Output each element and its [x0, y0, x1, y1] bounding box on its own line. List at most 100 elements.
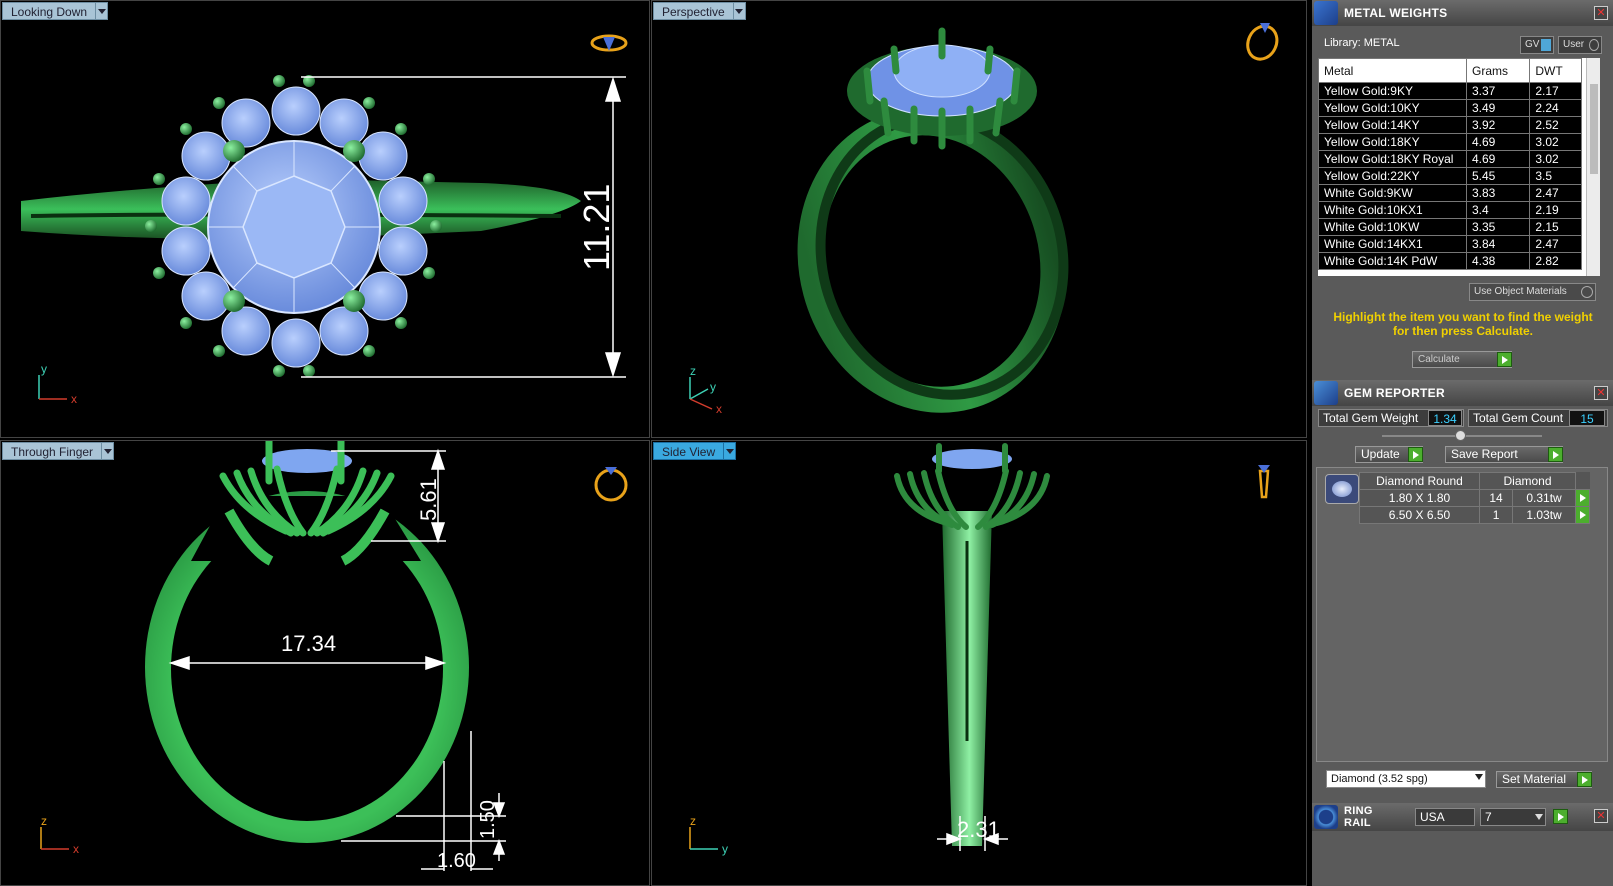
metal-cell-metal: Yellow Gold:18KY Royal — [1318, 150, 1467, 168]
close-icon[interactable]: ✕ — [1594, 809, 1608, 823]
svg-text:y: y — [722, 842, 728, 856]
metal-cell-dwt: 2.15 — [1529, 218, 1582, 236]
gem-cell-size: 1.80 X 1.80 — [1359, 489, 1480, 507]
metal-cell-grams: 4.69 — [1465, 133, 1531, 151]
metal-cell-grams: 3.49 — [1465, 99, 1531, 117]
use-object-materials-toggle[interactable]: Use Object Materials — [1469, 283, 1596, 301]
close-icon[interactable]: ✕ — [1594, 6, 1608, 20]
viewport-perspective[interactable]: z y x Perspective — [651, 0, 1307, 438]
metal-cell-metal: White Gold:9KW — [1318, 184, 1467, 202]
metal-cell-grams: 4.38 — [1465, 252, 1531, 270]
gem-material-header: Diamond — [1479, 472, 1576, 490]
close-icon[interactable]: ✕ — [1594, 386, 1608, 400]
metal-row[interactable]: White Gold:10KX1 3.4 2.19 — [1318, 201, 1582, 219]
perspective-canvas[interactable]: z y x — [652, 1, 1307, 438]
svg-text:x: x — [73, 842, 79, 856]
side-view-canvas[interactable]: 2.31 z y — [652, 441, 1307, 886]
through-finger-canvas[interactable]: 5.61 17.34 1.50 1.60 z x — [1, 441, 650, 886]
metal-cell-dwt: 2.52 — [1529, 116, 1582, 134]
gem-row[interactable]: 1.80 X 1.80 14 0.31tw — [1359, 489, 1590, 507]
metal-cell-metal: White Gold:10KX1 — [1318, 201, 1467, 219]
gem-cell-weight: 1.03tw — [1512, 506, 1576, 524]
metal-row[interactable]: Yellow Gold:18KY Royal 4.69 3.02 — [1318, 150, 1582, 168]
ring-rail-icon — [1314, 805, 1338, 829]
column-header-dwt[interactable]: DWT — [1529, 58, 1582, 83]
ring-size-region-field[interactable]: USA — [1415, 808, 1475, 826]
chevron-down-icon[interactable] — [96, 2, 109, 20]
axis-indicator: z x — [40, 814, 79, 856]
metal-weights-table[interactable]: Metal Grams DWT Yellow Gold:9KY 3.37 2.17 Y… — [1318, 58, 1600, 276]
set-material-go-icon[interactable] — [1577, 772, 1592, 787]
material-select[interactable]: Diamond (3.52 spg) — [1326, 770, 1486, 788]
gem-row[interactable]: 6.50 X 6.50 1 1.03tw — [1359, 506, 1590, 524]
column-header-metal[interactable]: Metal — [1318, 58, 1467, 83]
metal-cell-dwt: 2.47 — [1529, 184, 1582, 202]
library-label: Library: METAL — [1324, 37, 1400, 49]
metal-row[interactable]: Yellow Gold:18KY 4.69 3.02 — [1318, 133, 1582, 151]
gem-cell-weight: 0.31tw — [1512, 489, 1576, 507]
viewport-tab-side-view[interactable]: Side View — [653, 442, 737, 460]
gem-row-go-icon[interactable] — [1575, 489, 1590, 507]
calculate-go-icon[interactable] — [1497, 352, 1512, 367]
gem-reporter-titlebar[interactable]: GEM REPORTER ✕ — [1312, 380, 1613, 406]
save-report-button[interactable]: Save Report — [1445, 446, 1563, 463]
total-gem-weight-value: 1.34 — [1428, 410, 1462, 426]
update-go-icon[interactable] — [1408, 447, 1423, 462]
gem-table[interactable]: Diamond Round Diamond 1.80 X 1.80 14 0.31t… — [1359, 472, 1590, 524]
metal-row[interactable]: White Gold:9KW 3.83 2.47 — [1318, 184, 1582, 202]
metal-row[interactable]: White Gold:10KW 3.35 2.15 — [1318, 218, 1582, 236]
viewport-label[interactable]: Perspective — [653, 2, 734, 20]
gem-row-go-icon[interactable] — [1575, 506, 1590, 524]
viewport-through-finger[interactable]: 5.61 17.34 1.50 1.60 z x Through Finger — [0, 440, 650, 886]
viewport-looking-down[interactable]: 11.21 y x Looking Down — [0, 0, 650, 438]
ring-view-icon — [1258, 465, 1270, 499]
metal-cell-dwt: 3.5 — [1529, 167, 1582, 185]
metal-weights-title: METAL WEIGHTS — [1344, 6, 1448, 20]
splitter-handle[interactable] — [1455, 430, 1466, 441]
ring-size-select[interactable]: 7 — [1480, 808, 1546, 826]
metal-cell-grams: 3.35 — [1465, 218, 1531, 236]
user-toggle[interactable]: User — [1558, 36, 1602, 54]
chevron-down-icon[interactable] — [1535, 814, 1543, 820]
metal-weights-titlebar[interactable]: METAL WEIGHTS ✕ — [1312, 0, 1613, 26]
metal-cell-grams: 3.37 — [1465, 82, 1531, 100]
chevron-down-icon[interactable] — [733, 2, 746, 20]
metal-row[interactable]: Yellow Gold:9KY 3.37 2.17 — [1318, 82, 1582, 100]
viewport-tab-through-finger[interactable]: Through Finger — [2, 442, 115, 460]
gem-cut-header: Diamond Round — [1359, 472, 1480, 490]
center-gem — [207, 140, 381, 314]
ring-view-icon — [1246, 23, 1279, 61]
column-header-grams[interactable]: Grams — [1465, 58, 1531, 83]
ring-view-icon — [594, 467, 628, 502]
gv-toggle[interactable]: GV — [1520, 36, 1554, 54]
metal-cell-dwt: 2.24 — [1529, 99, 1582, 117]
metal-cell-metal: White Gold:10KW — [1318, 218, 1467, 236]
ring-shank — [942, 511, 992, 846]
viewport-label[interactable]: Side View — [653, 442, 725, 460]
metal-cell-grams: 3.92 — [1465, 116, 1531, 134]
metal-cell-dwt: 3.02 — [1529, 150, 1582, 168]
ring-rail-go-icon[interactable] — [1553, 809, 1568, 824]
chevron-down-icon[interactable] — [102, 442, 115, 460]
viewport-side-view[interactable]: 2.31 z y Side View — [651, 440, 1307, 886]
viewport-tab-looking-down[interactable]: Looking Down — [2, 2, 109, 20]
metal-row[interactable]: Yellow Gold:14KY 3.92 2.52 — [1318, 116, 1582, 134]
metal-row[interactable]: White Gold:14K PdW 4.38 2.82 — [1318, 252, 1582, 270]
ring-rail-title: RING RAIL — [1344, 805, 1373, 829]
shank-thickness-label: 1.50 — [477, 800, 499, 839]
svg-text:x: x — [71, 392, 77, 406]
chevron-down-icon[interactable] — [724, 442, 737, 460]
chevron-down-icon[interactable] — [1475, 774, 1483, 780]
metal-row[interactable]: Yellow Gold:22KY 5.45 3.5 — [1318, 167, 1582, 185]
head-height-label: 5.61 — [416, 478, 441, 521]
metal-row[interactable]: White Gold:14KX1 3.84 2.47 — [1318, 235, 1582, 253]
save-report-go-icon[interactable] — [1548, 447, 1563, 462]
gem-cell-count: 14 — [1478, 489, 1514, 507]
metal-row[interactable]: Yellow Gold:10KY 3.49 2.24 — [1318, 99, 1582, 117]
looking-down-canvas[interactable]: 11.21 y x — [1, 1, 650, 438]
viewport-label[interactable]: Looking Down — [2, 2, 97, 20]
scrollbar[interactable] — [1586, 58, 1600, 276]
viewport-label[interactable]: Through Finger — [2, 442, 103, 460]
shank-width-label: 1.60 — [437, 850, 476, 872]
viewport-tab-perspective[interactable]: Perspective — [653, 2, 746, 20]
